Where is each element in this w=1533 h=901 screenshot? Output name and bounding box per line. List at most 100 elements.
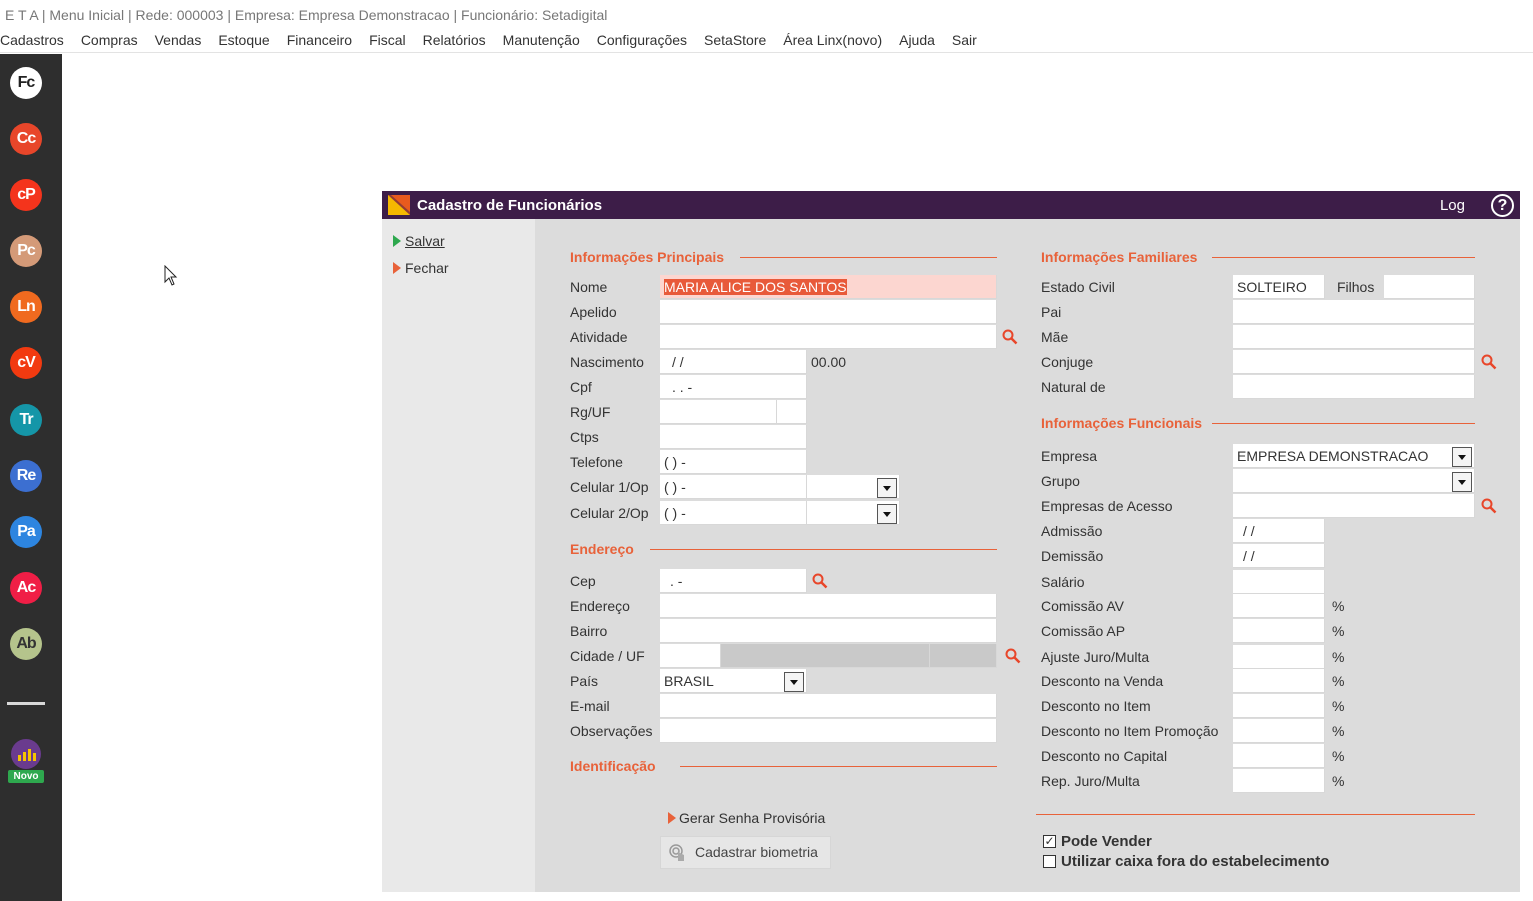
menu-financeiro[interactable]: Financeiro	[278, 32, 360, 48]
log-link[interactable]: Log	[1440, 191, 1465, 221]
empresa-select[interactable]: EMPRESA DEMONSTRACAO	[1233, 444, 1475, 468]
label-admissao: Admissão	[1041, 523, 1103, 539]
label-mae: Mãe	[1041, 329, 1069, 345]
section-divider	[740, 257, 997, 258]
help-icon[interactable]: ?	[1491, 194, 1514, 217]
sidebar-button-ac[interactable]: Ac	[10, 572, 42, 604]
sidebar-button-ab[interactable]: Ab	[10, 628, 42, 660]
celular1-input[interactable]: ( ) -	[660, 475, 807, 499]
email-input[interactable]	[660, 694, 997, 718]
atividade-input[interactable]	[660, 325, 997, 349]
admissao-input[interactable]: / /	[1233, 519, 1325, 543]
desconto-item-input[interactable]	[1233, 694, 1325, 718]
menu-relatorios[interactable]: Relatórios	[414, 32, 494, 48]
search-icon[interactable]	[1002, 329, 1018, 345]
filhos-input[interactable]	[1384, 275, 1475, 299]
label-bairro: Bairro	[570, 623, 608, 639]
save-button[interactable]: Salvar	[393, 233, 445, 249]
percent-unit: %	[1332, 673, 1345, 689]
app-title: E T A | Menu Inicial | Rede: 000003 | Em…	[5, 7, 608, 23]
save-label: Salvar	[405, 233, 445, 249]
label-apelido: Apelido	[570, 304, 617, 320]
cep-input[interactable]: . -	[660, 569, 807, 593]
sidebar-button-re[interactable]: Re	[10, 460, 42, 492]
chevron-down-icon[interactable]	[1452, 472, 1472, 492]
rg-uf-input[interactable]	[777, 400, 807, 424]
menu-cadastros[interactable]: Cadastros	[0, 32, 72, 48]
bairro-input[interactable]	[660, 619, 997, 643]
menu-ajuda[interactable]: Ajuda	[890, 32, 943, 48]
percent-unit: %	[1332, 773, 1345, 789]
ajuste-juro-input[interactable]	[1233, 645, 1325, 669]
observacoes-input[interactable]	[660, 719, 997, 743]
desconto-capital-input[interactable]	[1233, 744, 1325, 768]
chevron-down-icon[interactable]	[877, 504, 897, 524]
desconto-item-promocao-input[interactable]	[1233, 719, 1325, 743]
window-title: Cadastro de Funcionários	[417, 197, 603, 214]
sidebar-button-pa[interactable]: Pa	[10, 516, 42, 548]
cpf-input[interactable]: . . -	[660, 375, 807, 399]
pode-vender-checkbox[interactable]: ✓	[1043, 835, 1056, 848]
generate-password-button[interactable]: Gerar Senha Provisória	[668, 810, 825, 826]
sidebar-button-fc[interactable]: Fc	[10, 67, 42, 99]
menu-setastore[interactable]: SetaStore	[695, 32, 774, 48]
label-cidade: Cidade / UF	[570, 648, 645, 664]
menu-manutencao[interactable]: Manutenção	[494, 32, 588, 48]
pai-input[interactable]	[1233, 300, 1475, 324]
grupo-select[interactable]	[1233, 469, 1475, 493]
menu-compras[interactable]: Compras	[72, 32, 146, 48]
ctps-input[interactable]	[660, 425, 807, 449]
menu-sair[interactable]: Sair	[943, 32, 985, 48]
play-icon	[393, 262, 401, 274]
mae-input[interactable]	[1233, 325, 1475, 349]
register-biometry-button[interactable]: Cadastrar biometria	[660, 836, 831, 869]
cidade-code-input[interactable]	[660, 644, 721, 668]
comissao-av-input[interactable]	[1233, 594, 1325, 618]
telefone-input[interactable]: ( ) -	[660, 450, 807, 474]
apelido-input[interactable]	[660, 300, 997, 324]
section-divider	[1212, 423, 1475, 424]
label-cep: Cep	[570, 573, 596, 589]
generate-password-label: Gerar Senha Provisória	[679, 810, 826, 826]
nome-input[interactable]: MARIA ALICE DOS SANTOS	[660, 275, 997, 299]
menu-area-linx[interactable]: Área Linx(novo)	[774, 32, 890, 48]
estado-civil-input[interactable]: SOLTEIRO	[1233, 275, 1325, 299]
sidebar-button-cp[interactable]: cP	[10, 179, 42, 211]
label-email: E-mail	[570, 698, 610, 714]
comissao-ap-input[interactable]	[1233, 619, 1325, 643]
sidebar-button-ln[interactable]: Ln	[10, 291, 42, 323]
register-biometry-label: Cadastrar biometria	[695, 844, 818, 860]
chevron-down-icon[interactable]	[1452, 447, 1472, 467]
nascimento-input[interactable]: / /	[660, 350, 807, 374]
section-familiares: Informações Familiares	[1041, 249, 1198, 265]
endereco-input[interactable]	[660, 594, 997, 618]
demissao-input[interactable]: / /	[1233, 544, 1325, 568]
natural-input[interactable]	[1233, 375, 1475, 399]
main-menu-bar: Cadastros Compras Vendas Estoque Finance…	[0, 28, 1533, 53]
menu-fiscal[interactable]: Fiscal	[360, 32, 414, 48]
caixa-fora-checkbox[interactable]	[1043, 855, 1056, 868]
menu-estoque[interactable]: Estoque	[209, 32, 277, 48]
sidebar-button-tr[interactable]: Tr	[10, 404, 42, 436]
search-icon[interactable]	[1005, 648, 1021, 664]
menu-configuracoes[interactable]: Configurações	[588, 32, 695, 48]
conjuge-input[interactable]	[1233, 350, 1475, 374]
rg-input[interactable]	[660, 400, 777, 424]
rep-juro-input[interactable]	[1233, 769, 1325, 793]
celular2-input[interactable]: ( ) -	[660, 501, 807, 525]
empresas-acesso-input[interactable]	[1233, 494, 1475, 518]
search-icon[interactable]	[1481, 498, 1497, 514]
chevron-down-icon[interactable]	[877, 478, 897, 498]
sidebar-button-cc[interactable]: Cc	[10, 123, 42, 155]
search-icon[interactable]	[1481, 354, 1497, 370]
chevron-down-icon[interactable]	[784, 672, 804, 692]
search-icon[interactable]	[812, 573, 828, 589]
sidebar-button-pc[interactable]: Pc	[10, 235, 42, 267]
desconto-venda-input[interactable]	[1233, 669, 1325, 693]
label-salario: Salário	[1041, 574, 1085, 590]
close-button[interactable]: Fechar	[393, 260, 449, 276]
salario-input[interactable]	[1233, 570, 1325, 594]
sidebar-button-novo[interactable]: Novo	[8, 739, 44, 785]
sidebar-button-cv[interactable]: cV	[10, 347, 42, 379]
menu-vendas[interactable]: Vendas	[146, 32, 210, 48]
